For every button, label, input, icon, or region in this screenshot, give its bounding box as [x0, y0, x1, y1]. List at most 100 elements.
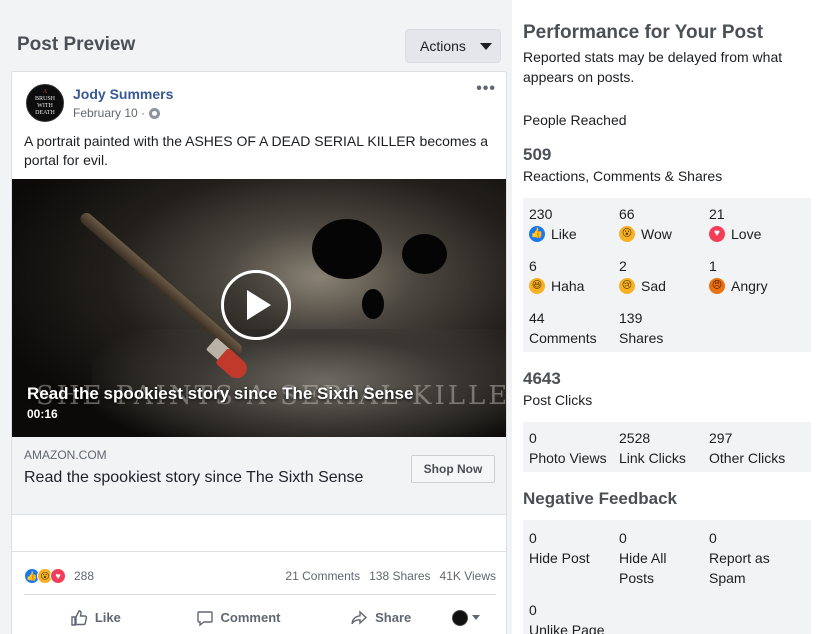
- like-button[interactable]: Like: [24, 609, 167, 627]
- skull-eye-right: [402, 234, 447, 274]
- sad-value: 2: [619, 258, 627, 274]
- wow-value: 66: [619, 206, 635, 222]
- caret-down-icon: [472, 615, 481, 620]
- comments-count[interactable]: 21 Comments: [285, 569, 360, 583]
- more-options-icon[interactable]: •••: [476, 81, 496, 97]
- comments-value: 44: [529, 310, 545, 326]
- link-clicks-value: 2528: [619, 430, 651, 446]
- link-domain: AMAZON.COM: [24, 448, 107, 462]
- avatar-text-2: BRUSH: [34, 96, 55, 102]
- love-value: 21: [709, 206, 725, 222]
- reaction-count[interactable]: 288: [74, 569, 94, 583]
- angry-emoji-icon: 😠: [709, 278, 725, 294]
- thumbs-up-icon: [71, 609, 87, 626]
- sad-emoji-icon: 😢: [619, 278, 635, 294]
- stat-hide-all-posts: 0 Hide All Posts: [619, 528, 697, 588]
- post-text: A portrait painted with the ASHES OF A D…: [24, 133, 489, 168]
- like-emoji-icon: 👍: [529, 226, 545, 242]
- stat-other-clicks: 297 Other Clicks: [709, 428, 785, 468]
- love-stat-label: Love: [731, 226, 762, 242]
- post-action-bar: Like Comment Share: [24, 594, 496, 634]
- haha-emoji-icon: 😆: [529, 278, 545, 294]
- play-button-icon[interactable]: [221, 270, 291, 340]
- video-caption: Read the spookiest story since The Sixth…: [27, 384, 414, 403]
- hide-post-value: 0: [529, 530, 537, 546]
- views-count[interactable]: 41K Views: [440, 569, 496, 583]
- stat-link-clicks: 2528 Link Clicks: [619, 428, 686, 468]
- stat-hide-post: 0 Hide Post: [529, 528, 613, 568]
- post-as-selector[interactable]: [452, 609, 496, 626]
- globe-icon[interactable]: [149, 107, 161, 119]
- stat-like: 230 👍 Like: [529, 204, 577, 244]
- post-clicks-value: 4643: [523, 369, 561, 388]
- like-value: 230: [529, 206, 553, 222]
- negative-feedback-heading: Negative Feedback: [523, 489, 678, 508]
- share-icon: [351, 609, 368, 625]
- unlike-page-label: Unlike Page: [529, 622, 605, 634]
- author-name[interactable]: Jody Summers: [73, 86, 173, 102]
- other-clicks-value: 297: [709, 430, 733, 446]
- link-title[interactable]: Read the spookiest story since The Sixth…: [24, 469, 363, 487]
- comment-button[interactable]: Comment: [167, 609, 310, 627]
- love-reaction-icon: ♥: [50, 568, 66, 584]
- comment-icon: [196, 610, 213, 626]
- love-emoji-icon: ♥: [709, 226, 725, 242]
- other-clicks-label: Other Clicks: [709, 450, 786, 466]
- clicks-breakdown: 0 Photo Views 2528 Link Clicks 297 Other…: [523, 422, 811, 472]
- stat-wow: 66 😮 Wow: [619, 204, 672, 244]
- stat-report-spam: 0 Report as Spam: [709, 528, 793, 588]
- people-reached-value: 509: [523, 145, 552, 164]
- report-spam-label: Report as Spam: [709, 550, 770, 586]
- shop-now-button[interactable]: Shop Now: [411, 455, 495, 483]
- skull-nose: [362, 289, 384, 319]
- stat-haha: 6 😆 Haha: [529, 256, 584, 296]
- like-label: Like: [94, 610, 121, 625]
- negative-feedback-breakdown: 0 Hide Post 0 Hide All Posts 0 Report as…: [523, 520, 811, 634]
- wow-stat-label: Wow: [641, 226, 672, 242]
- performance-subtitle: Reported stats may be delayed from what …: [523, 49, 783, 85]
- share-label: Share: [375, 610, 412, 625]
- link-attachment[interactable]: AMAZON.COM Read the spookiest story sinc…: [12, 437, 506, 515]
- reactions-label: Reactions, Comments & Shares: [523, 168, 723, 184]
- unlike-page-value: 0: [529, 602, 537, 618]
- sad-stat-label: Sad: [641, 278, 666, 294]
- hide-all-label: Hide All Posts: [619, 550, 667, 586]
- performance-heading: Performance for Your Post: [523, 22, 764, 43]
- avatar-text-3: WITH: [37, 103, 53, 109]
- people-reached-label: People Reached: [523, 112, 627, 128]
- video-player[interactable]: SHE PAINTS A SERIAL KILLER'S PORTRAIT Re…: [12, 179, 506, 437]
- post-date[interactable]: February 10 ·: [73, 106, 145, 120]
- angry-stat-label: Angry: [731, 278, 768, 294]
- play-triangle-icon: [247, 290, 271, 320]
- link-clicks-label: Link Clicks: [619, 450, 686, 466]
- shares-value: 139: [619, 310, 643, 326]
- page-avatar[interactable]: A BRUSH WITH DEATH: [26, 84, 64, 122]
- angry-value: 1: [709, 258, 717, 274]
- comments-stat-label: Comments: [529, 330, 597, 346]
- engagement-stats: 21 Comments 138 Shares 41K Views: [285, 569, 496, 583]
- reaction-icons[interactable]: 👍 😮 ♥: [24, 568, 66, 584]
- avatar-text-4: DEATH: [35, 110, 55, 116]
- stat-shares: 139 Shares: [619, 308, 663, 348]
- shares-count[interactable]: 138 Shares: [369, 569, 430, 583]
- comment-label: Comment: [220, 610, 281, 625]
- stat-comments: 44 Comments: [529, 308, 597, 348]
- stat-sad: 2 😢 Sad: [619, 256, 666, 296]
- actions-dropdown-button[interactable]: Actions: [405, 29, 501, 63]
- post-clicks-label: Post Clicks: [523, 392, 593, 408]
- stat-angry: 1 😠 Angry: [709, 256, 768, 296]
- post-meta: February 10 ·: [73, 106, 161, 120]
- share-button[interactable]: Share: [309, 609, 452, 627]
- haha-stat-label: Haha: [551, 278, 585, 294]
- performance-panel: Performance for Your Post Reported stats…: [523, 0, 823, 634]
- stat-unlike-page: 0 Unlike Page: [529, 600, 639, 634]
- actions-label: Actions: [420, 38, 466, 54]
- hide-all-value: 0: [619, 530, 627, 546]
- post-preview-panel: Post Preview Actions A BRUSH WITH DEATH …: [0, 0, 512, 634]
- caret-down-icon: [479, 42, 492, 50]
- preview-heading: Post Preview: [17, 34, 136, 55]
- skull-eye-left: [312, 219, 382, 279]
- divider: [12, 515, 506, 552]
- stat-love: 21 ♥ Love: [709, 204, 761, 244]
- haha-value: 6: [529, 258, 537, 274]
